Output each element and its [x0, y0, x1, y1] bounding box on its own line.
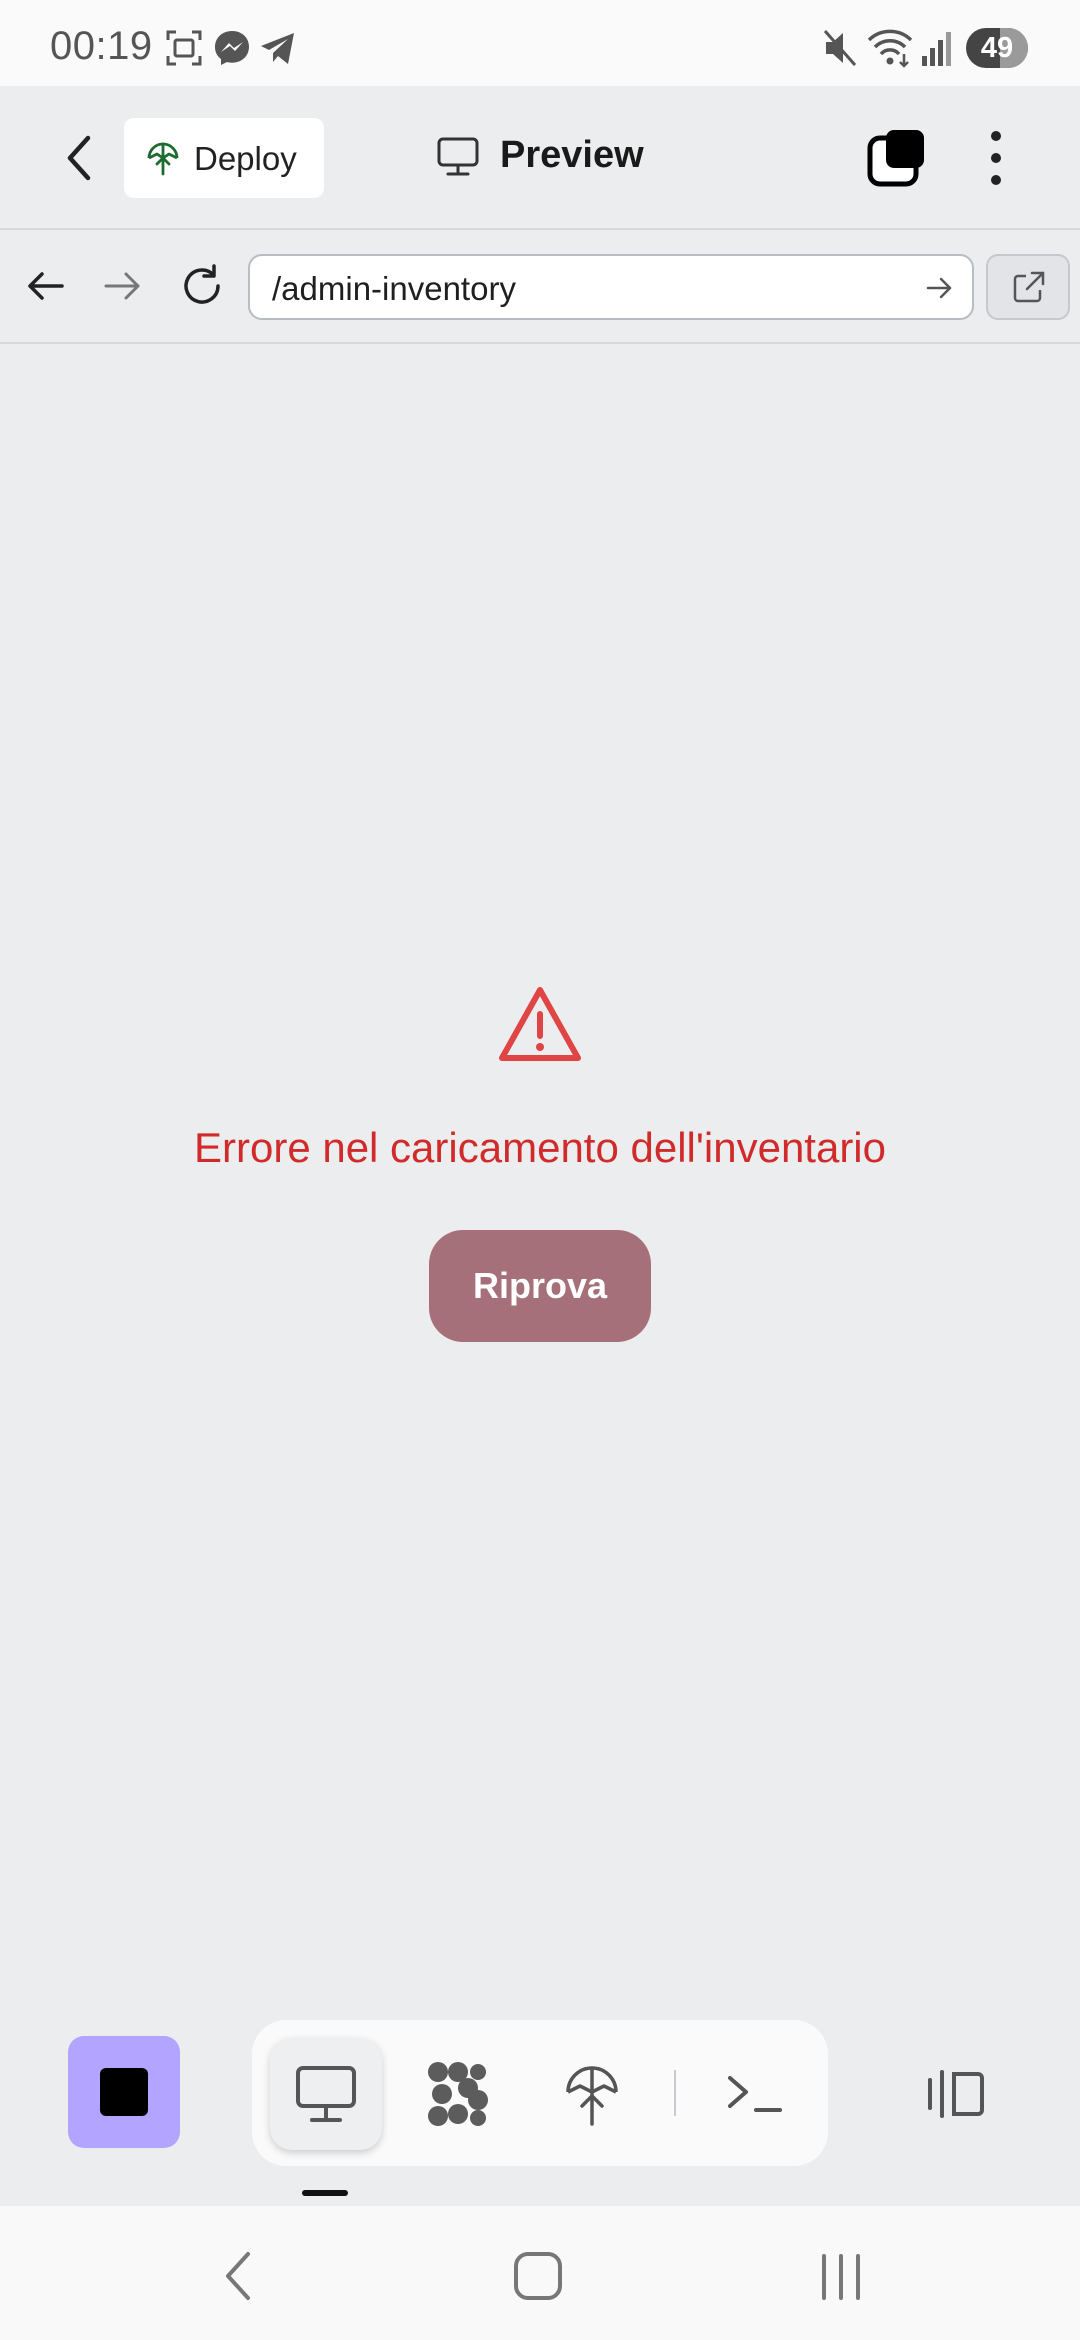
- tool-deploy-button[interactable]: [536, 2038, 648, 2150]
- messenger-icon: [215, 31, 249, 65]
- url-input[interactable]: /admin-inventory: [248, 254, 974, 320]
- signal-icon: [922, 32, 951, 66]
- system-recents-icon[interactable]: [816, 2248, 866, 2304]
- tool-extensions-button[interactable]: [402, 2038, 514, 2150]
- stop-icon: [100, 2068, 148, 2116]
- screenshot-icon: [166, 30, 202, 66]
- browser-bar: /admin-inventory: [0, 230, 1080, 344]
- wifi-icon: [867, 29, 913, 68]
- tool-divider: [674, 2070, 676, 2116]
- stop-button[interactable]: [68, 2036, 180, 2148]
- system-home-icon[interactable]: [510, 2248, 568, 2304]
- error-message: Errore nel caricamento dell'inventario: [193, 1124, 886, 1171]
- warning-icon: [499, 987, 581, 1061]
- more-options-button[interactable]: [978, 126, 1014, 190]
- telegram-icon: [261, 33, 294, 64]
- system-back-icon[interactable]: [218, 2248, 258, 2304]
- external-link-icon: [1013, 271, 1045, 303]
- tool-switcher: [252, 2020, 828, 2166]
- terminal-icon: [728, 2076, 782, 2112]
- browser-forward-icon[interactable]: [98, 262, 146, 310]
- app-header: Deploy Preview: [0, 86, 1080, 230]
- reload-icon[interactable]: [178, 262, 226, 310]
- status-time: 00:19: [50, 24, 153, 68]
- tool-preview-button[interactable]: [270, 2038, 382, 2150]
- deploy-icon: [566, 2066, 618, 2126]
- tabs-button[interactable]: [866, 126, 930, 190]
- page-title: Preview: [500, 134, 644, 176]
- retry-button[interactable]: Riprova: [429, 1230, 651, 1342]
- system-navigation-bar: [0, 2206, 1080, 2340]
- back-button[interactable]: [56, 132, 104, 184]
- mute-icon: [823, 30, 857, 66]
- battery-indicator: 49: [966, 28, 1028, 68]
- device-layout-icon[interactable]: [922, 2064, 992, 2124]
- active-tool-indicator: [302, 2190, 348, 2196]
- status-bar: 00:19 49: [0, 0, 1080, 86]
- battery-level: 49: [980, 32, 1014, 64]
- screen: 00:19 49 Deploy Preview /admin-inventory…: [0, 0, 1080, 2340]
- extensions-icon: [428, 2062, 488, 2126]
- deploy-icon: [147, 142, 179, 176]
- deploy-label: Deploy: [194, 140, 297, 177]
- monitor-icon: [296, 2066, 356, 2122]
- monitor-icon: [437, 137, 479, 176]
- open-external-button[interactable]: [986, 254, 1070, 320]
- go-arrow-icon[interactable]: [924, 273, 954, 303]
- url-text: /admin-inventory: [272, 270, 516, 307]
- tool-terminal-button[interactable]: [700, 2038, 812, 2150]
- browser-back-icon[interactable]: [22, 262, 70, 310]
- deploy-button[interactable]: Deploy: [124, 118, 324, 198]
